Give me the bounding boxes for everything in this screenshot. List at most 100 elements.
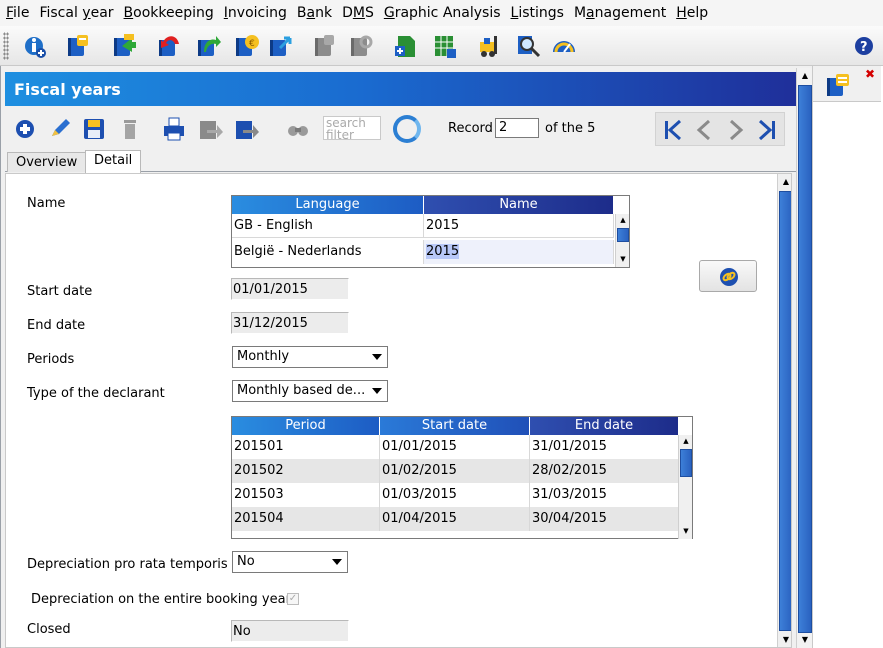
menu-item[interactable]: Help — [676, 5, 708, 21]
tab-detail[interactable]: Detail — [85, 150, 142, 173]
zoom-report-icon[interactable] — [514, 32, 542, 60]
start-date-label: Start date — [27, 284, 93, 299]
search-filter-input[interactable]: search filter — [323, 116, 381, 140]
menu-item[interactable]: Bookkeeping — [124, 5, 214, 21]
close-tab-icon[interactable]: ✖ — [864, 68, 876, 80]
period-cell[interactable]: 30/04/2015 — [530, 507, 679, 531]
tab-overview[interactable]: Overview — [7, 152, 87, 172]
column-header-start-date[interactable]: Start date — [380, 417, 530, 435]
scroll-up-arrow[interactable]: ▲ — [797, 68, 813, 84]
scroll-down-arrow[interactable]: ▼ — [616, 253, 630, 266]
period-cell[interactable]: 01/03/2015 — [380, 483, 530, 507]
scroll-thumb[interactable] — [680, 449, 692, 477]
gauge-icon[interactable] — [550, 32, 578, 60]
export-blue-icon[interactable] — [233, 116, 259, 142]
document-add-icon[interactable] — [392, 32, 420, 60]
spreadsheet-add-icon[interactable] — [430, 32, 458, 60]
forklift-icon[interactable] — [476, 32, 504, 60]
start-date-field[interactable]: 01/01/2015 — [231, 278, 349, 300]
binoculars-icon[interactable] — [285, 116, 311, 142]
scroll-thumb[interactable] — [779, 191, 791, 631]
column-header-end-date[interactable]: End date — [530, 417, 679, 435]
notebook-gray-link-icon[interactable] — [346, 32, 374, 60]
period-cell[interactable]: 201501 — [232, 435, 380, 459]
period-grid-scrollbar[interactable]: ▲ ▼ — [678, 435, 692, 539]
closed-field[interactable]: No — [231, 620, 349, 642]
period-cell[interactable]: 01/04/2015 — [380, 507, 530, 531]
help-icon[interactable]: ? — [850, 32, 874, 60]
chevron-down-icon — [372, 388, 382, 394]
window-scrollbar[interactable]: ▲ ▼ — [796, 68, 812, 648]
detail-panel: Name Language Name GB - English 2015 Bel… — [5, 173, 792, 648]
period-cell[interactable]: 201503 — [232, 483, 380, 507]
menu-item[interactable]: Invoicing — [224, 5, 287, 21]
period-cell[interactable]: 31/01/2015 — [530, 435, 679, 459]
entire-year-checkbox[interactable]: ✓ — [287, 593, 299, 605]
previous-record-icon[interactable] — [692, 118, 716, 142]
record-total-label: of the 5 — [545, 121, 596, 136]
period-cell[interactable]: 01/01/2015 — [380, 435, 530, 459]
link-icon — [720, 268, 738, 286]
notebook-icon[interactable] — [64, 32, 92, 60]
declarant-select[interactable]: Monthly based de... — [232, 380, 388, 402]
scroll-up-arrow[interactable]: ▲ — [679, 435, 693, 448]
record-number-input[interactable]: 2 — [495, 118, 539, 138]
periods-label: Periods — [27, 352, 75, 367]
scroll-thumb[interactable] — [617, 228, 629, 242]
first-record-icon[interactable] — [662, 118, 686, 142]
menu-item[interactable]: Management — [574, 5, 666, 21]
info-add-icon[interactable] — [20, 32, 48, 60]
name-cell-language[interactable]: België - Nederlands — [232, 240, 424, 264]
period-cell[interactable]: 28/02/2015 — [530, 459, 679, 483]
notebook-gray-icon[interactable] — [310, 32, 338, 60]
last-record-icon[interactable] — [754, 118, 778, 142]
menu-item[interactable]: File — [6, 5, 29, 21]
period-cell[interactable]: 01/02/2015 — [380, 459, 530, 483]
notebook-export-icon[interactable] — [110, 32, 138, 60]
export-gray-icon[interactable] — [197, 116, 223, 142]
period-grid: Period Start date End date 201501 01/01/2… — [231, 416, 693, 539]
depreciation-select[interactable]: No — [232, 551, 348, 573]
menu-item[interactable]: Bank — [297, 5, 332, 21]
scroll-down-arrow[interactable]: ▼ — [679, 525, 693, 538]
period-cell[interactable]: 31/03/2015 — [530, 483, 679, 507]
notebook-undo-icon[interactable] — [155, 32, 183, 60]
scroll-thumb[interactable] — [798, 85, 812, 633]
refresh-icon[interactable] — [393, 115, 421, 143]
column-header-period[interactable]: Period — [232, 417, 380, 435]
menu-item[interactable]: DMS — [342, 5, 374, 21]
name-cell-name-selected[interactable]: 2015 — [424, 240, 614, 264]
name-grid-scrollbar[interactable]: ▲ ▼ — [615, 214, 629, 267]
notebook-forward-icon[interactable] — [194, 32, 222, 60]
menu-item-label: istings — [518, 5, 564, 21]
menu-item-label: nk — [315, 5, 333, 21]
period-cell[interactable]: 201502 — [232, 459, 380, 483]
scroll-down-arrow[interactable]: ▼ — [778, 632, 791, 647]
period-cell[interactable]: 201504 — [232, 507, 380, 531]
menu-item[interactable]: Graphic Analysis — [384, 5, 501, 21]
menu-item-mnemonic: a — [306, 5, 316, 21]
scroll-up-arrow[interactable]: ▲ — [616, 214, 630, 227]
edit-icon[interactable] — [47, 116, 73, 142]
add-icon[interactable] — [13, 116, 39, 142]
column-header-language[interactable]: Language — [232, 196, 424, 214]
print-icon[interactable] — [161, 116, 187, 142]
name-cell-language[interactable]: GB - English — [232, 214, 424, 238]
toolbar-grip[interactable] — [3, 32, 9, 60]
save-icon[interactable] — [81, 116, 107, 142]
notebook-money-icon[interactable]: € — [232, 32, 260, 60]
notebook-transfer-icon[interactable] — [266, 32, 294, 60]
menu-item[interactable]: Fiscal year — [39, 5, 113, 21]
name-cell-name[interactable]: 2015 — [424, 214, 614, 238]
detail-scrollbar[interactable]: ▲ ▼ — [777, 174, 791, 647]
delete-icon[interactable] — [117, 116, 143, 142]
menu-item[interactable]: Listings — [511, 5, 564, 21]
next-record-icon[interactable] — [724, 118, 748, 142]
scroll-up-arrow[interactable]: ▲ — [778, 174, 791, 190]
scroll-down-arrow[interactable]: ▼ — [797, 632, 813, 648]
end-date-field[interactable]: 31/12/2015 — [231, 312, 349, 334]
side-tab-fiscal-years[interactable]: ✖ — [813, 66, 881, 102]
translate-link-button[interactable] — [699, 260, 757, 292]
column-header-name[interactable]: Name — [424, 196, 614, 214]
periods-select[interactable]: Monthly — [232, 346, 388, 368]
